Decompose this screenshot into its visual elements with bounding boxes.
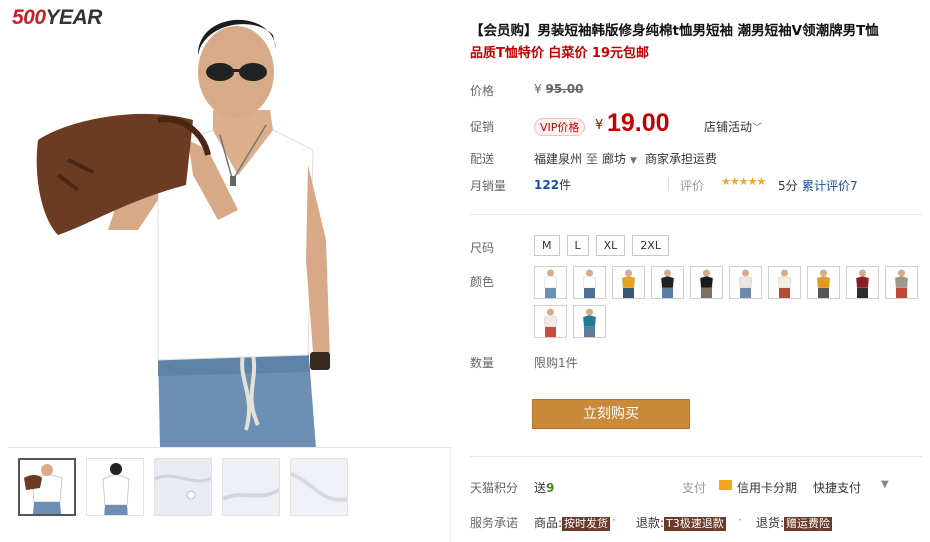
brand-logo: 500YEAR [12,6,102,29]
buy-now-button[interactable]: 立刻购买 [532,399,690,429]
color-swatch[interactable] [768,266,801,299]
tmall-points-label: 天猫积分 [470,481,519,495]
separator-dot: · [612,513,616,527]
color-swatch[interactable] [690,266,723,299]
monthly-sales-label: 月销量 [470,179,507,193]
size-options: M L XL 2XL [534,235,669,256]
cumulative-reviews-link[interactable]: 累计评价7 [802,177,858,194]
rating-label: 评价 [680,179,705,193]
size-option-l[interactable]: L [566,235,589,256]
section-divider [470,456,922,457]
thumbnail-front[interactable] [18,458,76,516]
rating-score: 5分 [778,179,798,193]
size-option-xl[interactable]: XL [595,235,626,256]
thumbnail-strip [18,458,348,516]
service-label: 服务承诺 [470,516,519,530]
quick-pay[interactable]: 快捷支付 [813,479,861,496]
color-swatches [534,266,924,338]
quantity-limit: 限购1件 [534,356,578,370]
price-label: 价格 [470,84,495,98]
service-return: 退货: 赠运费险 [756,516,833,531]
color-swatch[interactable] [729,266,762,299]
color-swatch[interactable] [885,266,918,299]
separator-dot: · [738,513,742,527]
product-gallery: 500YEAR [8,0,451,542]
service-refund: 退款: T3极速退款 [636,516,726,531]
color-swatch[interactable] [807,266,840,299]
promo-currency: ¥ [595,118,604,133]
chevron-down-icon: ﹀ [752,123,763,134]
model-photo-illustration [8,0,451,447]
size-label: 尺码 [470,241,495,255]
divider [668,178,669,191]
service-goods: 商品: 按时发货 [534,516,611,531]
tmall-points-value: 送9 [534,481,555,495]
thumbnail-fabric-detail-3[interactable] [290,458,348,516]
monthly-sales-count: 122件 [534,178,572,192]
promo-label: 促销 [470,120,495,134]
quantity-label: 数量 [470,356,495,370]
shipping-info: 福建泉州至廊坊 ▼ 商家承担运费 [534,152,717,166]
main-product-photo[interactable]: 500YEAR [8,0,451,448]
section-divider [470,214,922,215]
caret-down-icon[interactable]: ▼ [630,156,637,166]
size-option-2xl[interactable]: 2XL [632,235,669,256]
color-swatch[interactable] [612,266,645,299]
color-swatch[interactable] [534,266,567,299]
color-swatch[interactable] [534,305,567,338]
shipping-note: 商家承担运费 [644,152,717,166]
rating-stars-icon: ★★★★★ [721,175,766,188]
credit-card-icon [719,480,732,490]
caret-down-icon[interactable]: ▼ [881,479,889,490]
promo-price: 19.00 [607,109,670,137]
color-swatch[interactable] [573,305,606,338]
product-subtitle: 品质T恤特价 白菜价 19元包邮 [470,46,650,61]
thumbnail-fabric-detail-2[interactable] [222,458,280,516]
store-activity-dropdown[interactable]: 店铺活动﹀ [704,118,762,135]
color-label: 颜色 [470,275,495,289]
payment-label: 支付 [682,481,707,495]
ship-from: 福建泉州 [534,152,583,166]
original-price: ¥ 95.00 [534,82,584,96]
color-swatch[interactable] [846,266,879,299]
color-swatch[interactable] [651,266,684,299]
shipping-label: 配送 [470,152,495,166]
product-title: 【会员购】男装短袖韩版修身纯棉t恤男短袖 潮男短袖V领潮牌男T恤 [470,23,879,39]
color-swatch[interactable] [573,266,606,299]
credit-card-installment[interactable]: 信用卡分期 [737,479,797,496]
ship-to-dropdown[interactable]: 廊坊 [602,152,626,166]
thumbnail-fabric-detail-1[interactable] [154,458,212,516]
vip-price-badge: VIP价格 [534,118,586,136]
size-option-m[interactable]: M [534,235,560,256]
thumbnail-back[interactable] [86,458,144,516]
